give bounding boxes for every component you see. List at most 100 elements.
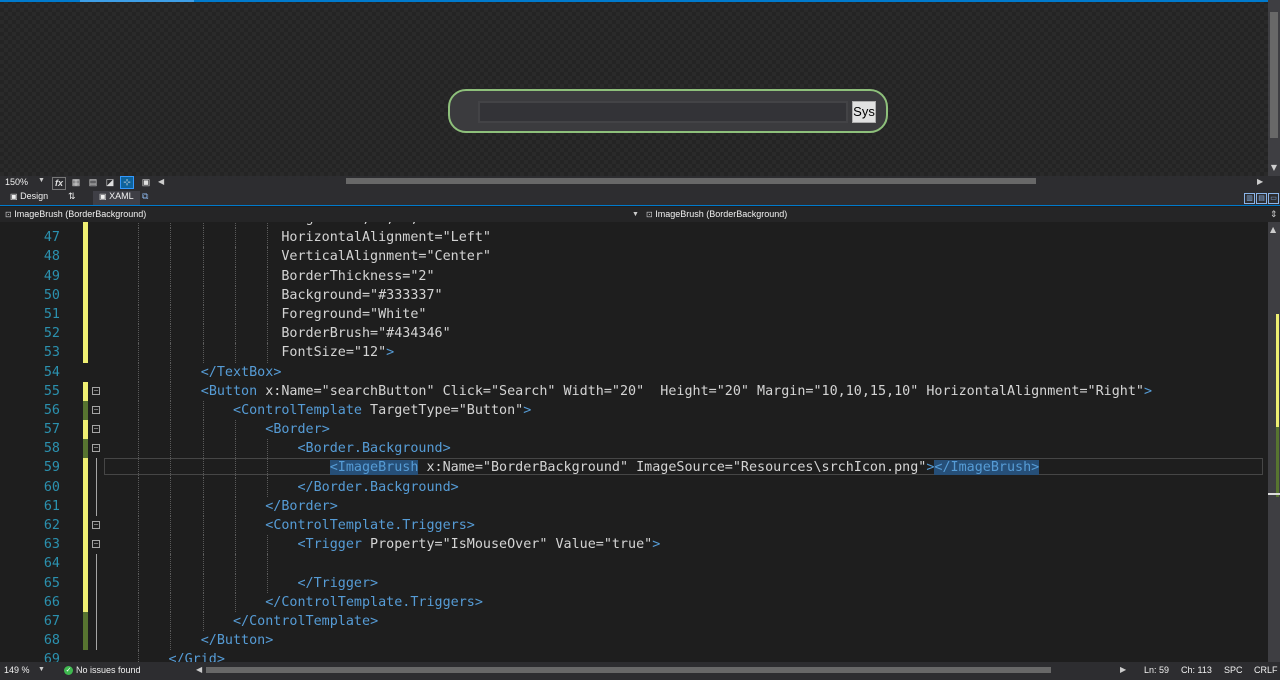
search-button[interactable]: Sys [852,101,876,123]
code-text[interactable]: <Border> [104,420,330,439]
editor-vertical-scrollbar[interactable]: ▲ [1268,222,1280,662]
code-text[interactable]: Background="#333337" [104,286,442,305]
code-text[interactable]: </TextBox> [104,363,282,382]
collapse-icon[interactable]: − [92,444,100,453]
code-text[interactable]: FontSize="12"> [104,343,394,362]
scroll-down-arrow-icon[interactable]: ▼ [1269,162,1279,174]
scroll-left-arrow-icon[interactable]: ◀ [196,664,202,676]
code-line[interactable]: 63 − <Trigger Property="IsMouseOver" Valu… [0,535,1268,555]
column-indicator[interactable]: Ch: 113 [1181,662,1212,678]
code-line[interactable]: 65 </Trigger> [0,573,1268,593]
fx-icon[interactable]: fx [52,177,66,190]
split-vertical-icon[interactable]: ▥ [1244,193,1255,204]
scroll-right-arrow-icon[interactable]: ▶ [1257,176,1263,188]
collapse-icon[interactable]: − [92,521,100,529]
collapse-icon[interactable]: − [92,386,100,395]
code-line[interactable]: 57 − <Border> [0,420,1268,440]
whitespace-indicator[interactable]: SPC [1224,662,1243,678]
code-line[interactable]: 61 </Border> [0,496,1268,516]
nav-scope-left[interactable]: ⊡ ImageBrush (BorderBackground) [5,207,146,222]
code-line[interactable]: 64 [0,554,1268,574]
line-number: 68 [43,633,60,649]
fold-guide [96,458,97,478]
code-line[interactable]: 50 Background="#333337" [0,285,1268,305]
code-line[interactable]: 66 </ControlTemplate.Triggers> [0,592,1268,612]
popout-icon[interactable]: ⧉ [142,191,148,202]
search-bar-border[interactable]: Sys [448,89,888,133]
xaml-code-editor[interactable]: 46 Margin="25,10,10,10"47 HorizontalAlig… [0,222,1268,662]
grid-large-icon[interactable]: ▤ [87,177,99,188]
code-text[interactable]: <ControlTemplate.Triggers> [104,516,475,535]
code-line[interactable]: 51 Foreground="White" [0,304,1268,325]
code-text[interactable]: </Trigger> [104,574,378,593]
issues-status[interactable]: No issues found [76,662,141,678]
code-text[interactable]: </Button> [104,631,274,650]
code-line[interactable]: 55 − <Button x:Name="searchButton" Click=… [0,381,1268,401]
scroll-right-arrow-icon[interactable]: ▶ [1120,664,1126,676]
code-text[interactable]: <Button x:Name="searchButton" Click="Sea… [104,382,1152,401]
code-line[interactable]: 58 − <Border.Background> [0,439,1268,459]
code-line[interactable]: 69 </Grid> [0,650,1268,662]
code-line[interactable]: 68 </Button> [0,631,1268,651]
code-text[interactable]: <Border.Background> [104,439,450,458]
snap-icon[interactable]: ◪ [104,177,116,188]
code-text[interactable]: </ControlTemplate> [104,612,378,631]
code-line[interactable]: 62 − <ControlTemplate.Triggers> [0,516,1268,536]
scroll-up-arrow-icon[interactable]: ▲ [1270,224,1276,236]
tab-xaml[interactable]: ▣ XAML [93,191,140,205]
chevron-down-icon[interactable]: ▼ [38,177,45,184]
collapse-icon[interactable]: − [92,405,100,414]
code-text[interactable]: BorderBrush="#434346" [104,324,450,343]
split-editor-icon[interactable]: ⇕ [1270,207,1278,222]
code-text[interactable]: </Border> [104,497,338,516]
code-line[interactable]: 48 VerticalAlignment="Center" [0,247,1268,267]
line-ending-indicator[interactable]: CRLF [1254,662,1278,678]
chevron-down-icon[interactable]: ▼ [38,662,45,678]
design-zoom-dropdown[interactable]: 150% [5,177,28,187]
code-text[interactable]: </Border.Background> [104,478,458,497]
code-text[interactable]: </ControlTemplate.Triggers> [104,593,483,612]
code-line[interactable]: 56 − <ControlTemplate TargetType="Button"… [0,400,1268,421]
code-text[interactable]: </Grid> [104,650,225,662]
code-line[interactable]: 59 <ImageBrush x:Name="BorderBackground"… [0,458,1268,478]
code-line[interactable]: 53 FontSize="12"> [0,343,1268,363]
collapse-icon[interactable]: − [92,425,100,434]
tab-design[interactable]: ▣ Design [10,191,48,201]
design-vertical-scroll-thumb[interactable] [1270,12,1278,138]
code-line[interactable]: 47 HorizontalAlignment="Left" [0,228,1268,248]
nav-scope-left-label: ImageBrush (BorderBackground) [14,209,147,219]
code-text[interactable]: BorderThickness="2" [104,267,434,286]
collapse-pane-icon[interactable]: ▭ [1268,193,1279,204]
check-circle-icon[interactable]: ✓ [64,666,73,675]
code-text[interactable]: <Trigger Property="IsMouseOver" Value="t… [104,535,660,554]
editor-zoom-dropdown[interactable]: 149 % [4,662,30,678]
nav-scope-right[interactable]: ⊡ ImageBrush (BorderBackground) [646,207,787,222]
grid-icon[interactable]: ▦ [70,177,82,188]
code-text[interactable]: HorizontalAlignment="Left" [104,228,491,247]
design-surface[interactable]: Sys ▼ [0,0,1280,176]
code-line[interactable]: 49 BorderThickness="2" [0,266,1268,286]
search-textbox[interactable] [478,101,848,123]
swap-panes-button[interactable]: ⇅ [68,191,76,202]
effects-icon[interactable]: ▣ [140,177,152,188]
split-horizontal-icon[interactable]: ▤ [1256,193,1267,204]
code-line[interactable]: 60 </Border.Background> [0,477,1268,497]
code-text[interactable]: VerticalAlignment="Center" [104,247,491,266]
code-line[interactable]: 67 </ControlTemplate> [0,611,1268,632]
code-text[interactable]: Foreground="White" [104,305,426,324]
nav-scope-right-label: ImageBrush (BorderBackground) [655,209,788,219]
scroll-left-arrow-icon[interactable]: ◀ [158,176,164,188]
chevron-down-icon[interactable]: ▼ [632,207,639,222]
design-vertical-scrollbar[interactable]: ▼ [1268,0,1280,176]
line-indicator[interactable]: Ln: 59 [1144,662,1169,678]
code-line[interactable]: 52 BorderBrush="#434346" [0,324,1268,344]
code-text[interactable]: <ControlTemplate TargetType="Button"> [104,401,531,420]
collapse-icon[interactable]: − [92,540,100,549]
status-bar: 149 % ▼ ✓ No issues found ◀ ▶ Ln: 59 Ch:… [0,662,1280,680]
code-text[interactable]: <ImageBrush x:Name="BorderBackground" Im… [104,458,1040,477]
code-line[interactable]: 54 </TextBox> [0,362,1268,382]
snap-lines-icon[interactable]: ⊹ [120,176,134,189]
editor-horizontal-scroll-thumb[interactable] [206,667,1051,673]
design-horizontal-scroll-thumb[interactable] [346,178,1036,184]
line-number: 51 [43,306,60,322]
